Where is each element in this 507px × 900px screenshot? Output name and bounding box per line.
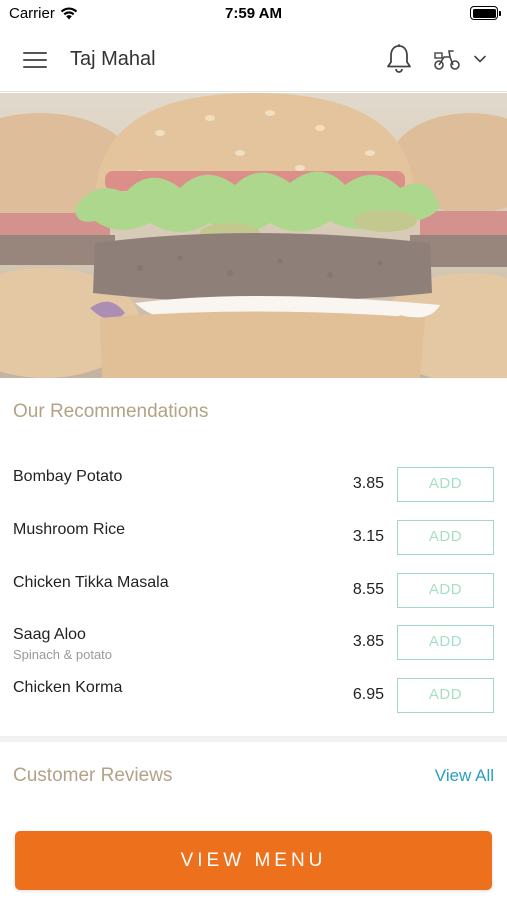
- status-bar: Carrier 7:59 AM: [0, 0, 507, 28]
- menu-icon[interactable]: [23, 51, 47, 69]
- list-item: Chicken Korma 6.95 ADD: [0, 677, 507, 729]
- top-nav-bar: Taj Mahal: [0, 28, 507, 92]
- bell-icon[interactable]: [385, 43, 413, 75]
- chevron-down-icon[interactable]: [473, 52, 487, 66]
- dish-name: Mushroom Rice: [13, 521, 126, 538]
- add-button[interactable]: ADD: [397, 625, 494, 660]
- clock: 7:59 AM: [225, 5, 282, 22]
- dish-name: Chicken Korma: [13, 679, 123, 696]
- scooter-icon[interactable]: [432, 47, 462, 71]
- recommendations-heading: Our Recommendations: [13, 401, 209, 422]
- list-item: Mushroom Rice 3.15 ADD: [0, 519, 507, 571]
- section-divider: [0, 736, 507, 742]
- list-item: Chicken Tikka Masala 8.55 ADD: [0, 572, 507, 624]
- list-item: Saag Aloo Spinach & potato 3.85 ADD: [0, 624, 507, 676]
- add-button[interactable]: ADD: [397, 573, 494, 608]
- dish-name: Saag Aloo: [13, 626, 86, 643]
- add-button[interactable]: ADD: [397, 678, 494, 713]
- view-menu-button[interactable]: VIEW MENU: [15, 831, 492, 890]
- hero-burger-image: [0, 93, 507, 378]
- dish-price: 3.15: [352, 528, 384, 545]
- add-button[interactable]: ADD: [397, 467, 494, 502]
- dish-price: 3.85: [352, 633, 384, 650]
- dish-price: 3.85: [352, 475, 384, 492]
- dish-name: Bombay Potato: [13, 468, 123, 485]
- battery-icon: [470, 6, 501, 20]
- dish-name: Chicken Tikka Masala: [13, 574, 169, 591]
- dish-price: 8.55: [352, 581, 384, 598]
- list-item: Bombay Potato 3.85 ADD: [0, 466, 507, 518]
- dish-description: Spinach & potato: [13, 647, 113, 662]
- restaurant-title: Taj Mahal: [70, 48, 156, 70]
- dish-price: 6.95: [352, 686, 384, 703]
- add-button[interactable]: ADD: [397, 520, 494, 555]
- reviews-heading: Customer Reviews: [13, 765, 173, 786]
- view-all-link[interactable]: View All: [435, 766, 494, 786]
